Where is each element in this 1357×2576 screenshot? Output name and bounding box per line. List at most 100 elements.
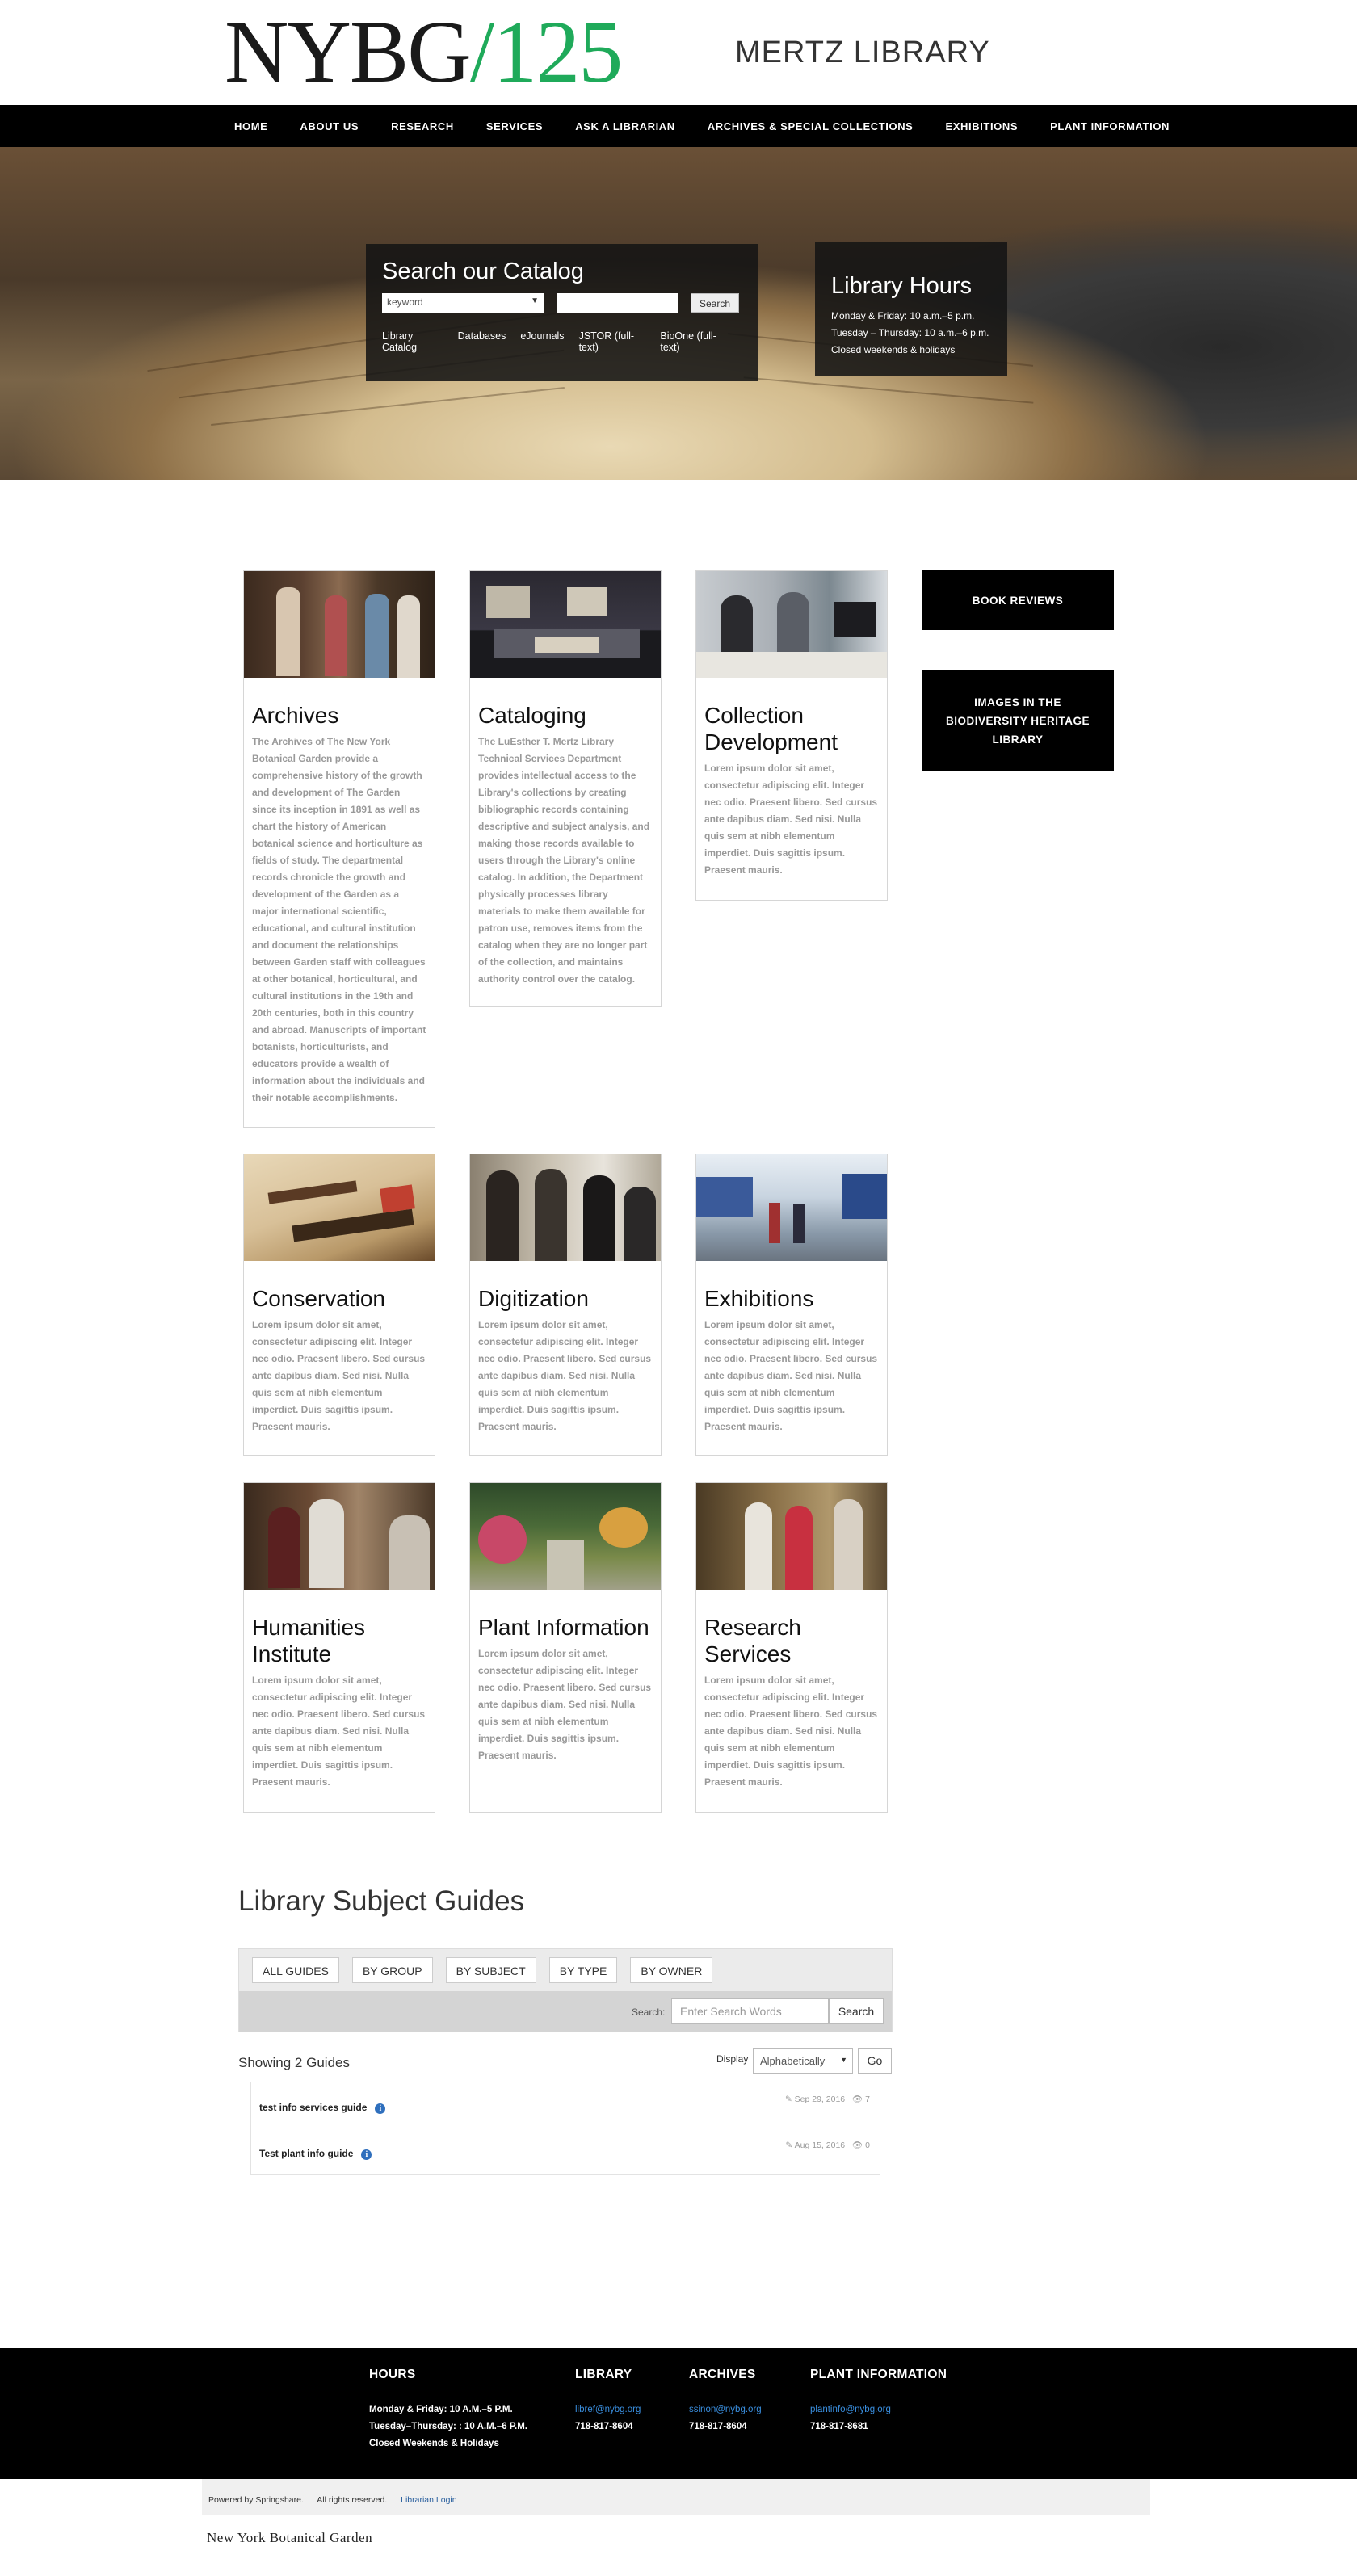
go-button[interactable]: Go (858, 2048, 892, 2074)
guide-date: Sep 29, 2016 (794, 2095, 846, 2104)
link-library-catalog[interactable]: Library Catalog (382, 330, 443, 353)
guide-date: Aug 15, 2016 (794, 2141, 846, 2150)
link-jstor[interactable]: JSTOR (full-text) (579, 330, 646, 353)
site-header: NYBG/125 MERTZ LIBRARY (0, 0, 1357, 105)
card-text: Lorem ipsum dolor sit amet, consectetur … (704, 763, 878, 876)
bhl-images-button[interactable]: IMAGES IN THE BIODIVERSITY HERITAGE LIBR… (922, 670, 1114, 771)
nav-services[interactable]: SERVICES (486, 120, 543, 132)
humanities-institute-photo (244, 1483, 435, 1590)
footer-hours-line: Closed Weekends & Holidays (369, 2439, 499, 2448)
guides-search-input[interactable]: Enter Search Words (671, 1998, 829, 2024)
hours-line: Tuesday – Thursday: 10 a.m.–6 p.m. (831, 327, 989, 338)
card-title: Humanities Institute (252, 1615, 366, 1666)
library-phone: 718-817-8604 (575, 2422, 633, 2431)
tab-by-type[interactable]: BY TYPE (548, 1957, 618, 1983)
card-title: Digitization (478, 1286, 589, 1311)
card-archives[interactable]: Archives The Archives of The New York Bo… (243, 570, 435, 1128)
footer-plant-info: PLANT INFORMATION plantinfo@nybg.org 718… (810, 2368, 947, 2435)
archives-phone: 718-817-8604 (689, 2422, 747, 2431)
tab-all-guides[interactable]: ALL GUIDES (252, 1957, 339, 1983)
nav-home[interactable]: HOME (234, 120, 267, 132)
nybg-logo[interactable]: NYBG/125 (225, 2, 624, 101)
search-type-value: keyword (387, 296, 423, 308)
book-line (211, 387, 565, 426)
card-cataloging[interactable]: Cataloging The LuEsther T. Mertz Library… (469, 570, 662, 1007)
search-type-select[interactable]: keyword ▼ (382, 293, 544, 313)
catalog-search-panel: Search our Catalog keyword ▼ Search Libra… (366, 244, 758, 381)
tab-by-subject[interactable]: BY SUBJECT (445, 1957, 536, 1983)
eye-icon: 👁 (851, 2095, 866, 2104)
powered-by[interactable]: Powered by Springshare. (208, 2495, 304, 2505)
logo-main: NYBG (225, 2, 472, 101)
digitization-photo (470, 1154, 661, 1261)
plant-email-link[interactable]: plantinfo@nybg.org (810, 2402, 947, 2418)
tab-by-owner[interactable]: BY OWNER (630, 1957, 713, 1983)
catalog-search-button[interactable]: Search (691, 293, 740, 313)
librarian-login-link[interactable]: Librarian Login (401, 2495, 456, 2505)
guide-link[interactable]: Test plant info guide (259, 2148, 353, 2159)
nav-research[interactable]: RESEARCH (391, 120, 454, 132)
card-collection-development[interactable]: Collection Development Lorem ipsum dolor… (695, 570, 888, 901)
tab-by-group[interactable]: BY GROUP (351, 1957, 433, 1983)
card-plant-information[interactable]: Plant Information Lorem ipsum dolor sit … (469, 1482, 662, 1813)
chevron-down-icon: ▼ (840, 2056, 847, 2064)
library-email-link[interactable]: libref@nybg.org (575, 2402, 641, 2418)
guides-search-label: Search: (632, 2007, 666, 2018)
nav-about-us[interactable]: ABOUT US (300, 120, 359, 132)
nav-exhibitions[interactable]: EXHIBITIONS (945, 120, 1018, 132)
archives-email-link[interactable]: ssinon@nybg.org (689, 2402, 762, 2418)
hours-line: Closed weekends & holidays (831, 344, 956, 355)
guides-filter-box: ALL GUIDES BY GROUP BY SUBJECT BY TYPE B… (238, 1948, 893, 2032)
nybg-wordmark[interactable]: New York Botanical Garden (207, 2530, 372, 2546)
catalog-search-input[interactable] (557, 293, 678, 313)
bottom-bar: Powered by Springshare. All rights reser… (202, 2479, 1150, 2515)
card-text: Lorem ipsum dolor sit amet, consectetur … (478, 1319, 652, 1432)
logo-accent: /125 (469, 2, 624, 101)
footer-hours: HOURS Monday & Friday: 10 A.M.–5 P.M. Tu… (369, 2368, 527, 2452)
card-title: Research Services (704, 1615, 801, 1666)
plant-information-photo (470, 1483, 661, 1590)
guides-count: Showing 2 Guides (238, 2055, 350, 2070)
info-icon[interactable]: i (375, 2103, 386, 2114)
exhibitions-photo (696, 1154, 887, 1261)
guide-views: 7 (865, 2095, 870, 2104)
chevron-down-icon: ▼ (531, 296, 539, 305)
footer-archives: ARCHIVES ssinon@nybg.org 718-817-8604 (689, 2368, 762, 2435)
archives-photo (244, 571, 435, 678)
footer-plant-title: PLANT INFORMATION (810, 2368, 947, 2381)
card-humanities-institute[interactable]: Humanities Institute Lorem ipsum dolor s… (243, 1482, 435, 1813)
card-text: Lorem ipsum dolor sit amet, consectetur … (704, 1319, 878, 1432)
footer-archives-title: ARCHIVES (689, 2368, 756, 2381)
card-research-services[interactable]: Research Services Lorem ipsum dolor sit … (695, 1482, 888, 1813)
library-hours-title: Library Hours (831, 273, 973, 299)
guide-views: 0 (865, 2141, 870, 2150)
card-text: Lorem ipsum dolor sit amet, consectetur … (478, 1648, 652, 1761)
nav-archives[interactable]: ARCHIVES & SPECIAL COLLECTIONS (708, 120, 914, 132)
link-databases[interactable]: Databases (458, 330, 506, 353)
card-digitization[interactable]: Digitization Lorem ipsum dolor sit amet,… (469, 1154, 662, 1456)
subject-guides-title: Library Subject Guides (238, 1885, 525, 1917)
hours-line: Monday & Friday: 10 a.m.–5 p.m. (831, 310, 975, 321)
guides-search-button[interactable]: Search (829, 1998, 884, 2024)
site-footer: HOURS Monday & Friday: 10 A.M.–5 P.M. Tu… (0, 2348, 1357, 2479)
cataloging-photo (470, 571, 661, 678)
collection-development-photo (696, 571, 887, 678)
card-text: The Archives of The New York Botanical G… (252, 736, 426, 1103)
display-order-select[interactable]: Alphabetically ▼ (753, 2048, 853, 2074)
card-text: Lorem ipsum dolor sit amet, consectetur … (704, 1675, 878, 1788)
link-ejournals[interactable]: eJournals (520, 330, 564, 353)
footer-library: LIBRARY libref@nybg.org 718-817-8604 (575, 2368, 641, 2435)
guide-link[interactable]: test info services guide (259, 2102, 367, 2113)
nav-plant-information[interactable]: PLANT INFORMATION (1050, 120, 1170, 132)
info-icon[interactable]: i (361, 2149, 372, 2160)
nav-ask-a-librarian[interactable]: ASK A LIBRARIAN (575, 120, 675, 132)
link-bioone[interactable]: BioOne (full-text) (660, 330, 728, 353)
library-hours-panel: Library Hours Monday & Friday: 10 a.m.–5… (815, 242, 1007, 376)
card-title: Collection Development (704, 703, 838, 754)
display-order-value: Alphabetically (760, 2055, 826, 2067)
card-conservation[interactable]: Conservation Lorem ipsum dolor sit amet,… (243, 1154, 435, 1456)
card-text: The LuEsther T. Mertz Library Technical … (478, 736, 650, 985)
book-reviews-button[interactable]: BOOK REVIEWS (922, 570, 1114, 630)
conservation-photo (244, 1154, 435, 1261)
card-exhibitions[interactable]: Exhibitions Lorem ipsum dolor sit amet, … (695, 1154, 888, 1456)
